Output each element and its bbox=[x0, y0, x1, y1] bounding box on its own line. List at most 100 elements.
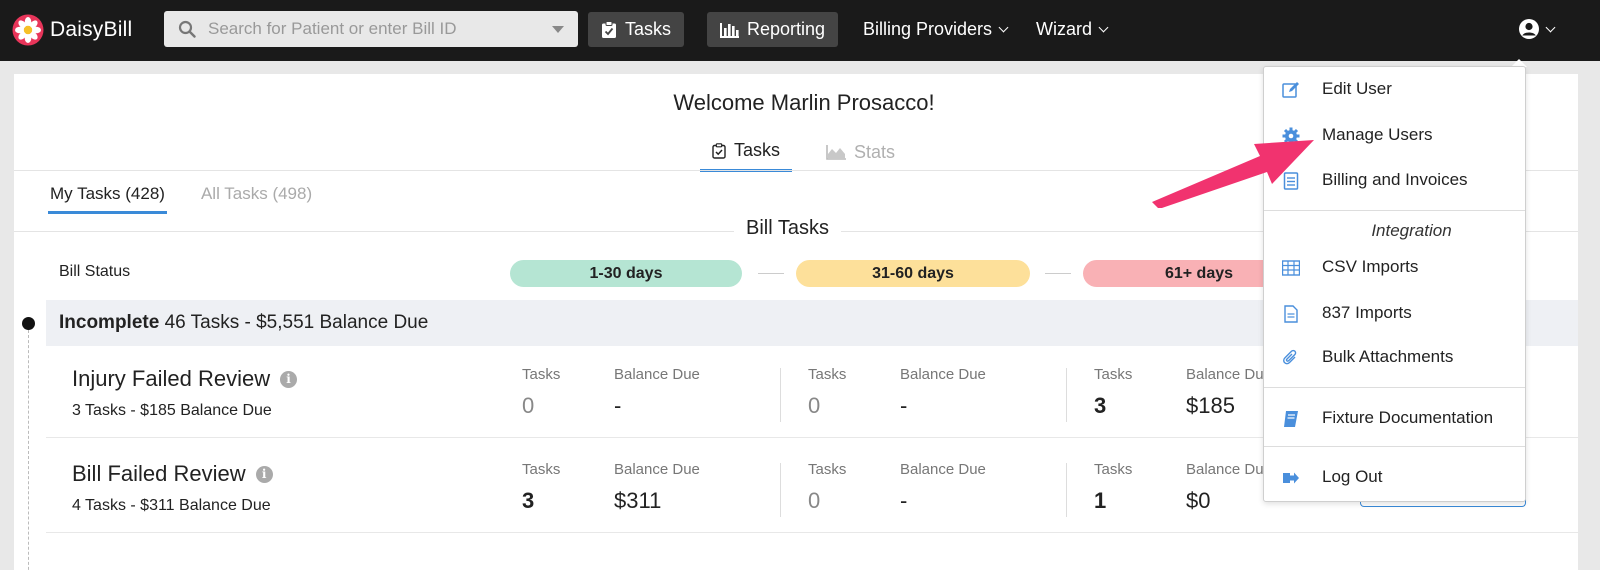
search-dropdown-caret-icon[interactable] bbox=[552, 26, 564, 33]
menu-item-fixture-documentation[interactable]: Fixture Documentation bbox=[1264, 398, 1525, 438]
group-summary: 46 Tasks - $5,551 Balance Due bbox=[164, 312, 429, 333]
patient-search[interactable] bbox=[164, 11, 578, 47]
edit-icon bbox=[1282, 82, 1299, 98]
bucket2-balance: Balance Due - bbox=[900, 461, 986, 514]
bill-status-label: Bill Status bbox=[59, 263, 131, 280]
book-icon bbox=[1284, 411, 1298, 427]
chevron-down-icon bbox=[1098, 22, 1109, 33]
bucket-1-30-days: 1-30 days bbox=[510, 260, 742, 287]
bar-chart-icon bbox=[720, 23, 739, 38]
daisy-logo-icon bbox=[12, 14, 44, 46]
balance-due-value: - bbox=[614, 393, 622, 418]
chevron-down-icon bbox=[998, 22, 1009, 33]
bucket2-tasks: Tasks 0 bbox=[808, 366, 846, 419]
bucket1-tasks: Tasks 3 bbox=[522, 461, 560, 514]
timeline-dot bbox=[22, 317, 35, 330]
search-icon bbox=[178, 20, 196, 38]
column-label: Tasks bbox=[522, 366, 561, 383]
nav-wizard-label: Wizard bbox=[1036, 19, 1093, 39]
bucket1-balance: Balance Due $311 bbox=[614, 461, 700, 514]
chevron-down-icon bbox=[1545, 22, 1556, 32]
user-menu-toggle[interactable] bbox=[1518, 18, 1556, 40]
menu-item-label: Bulk Attachments bbox=[1322, 347, 1454, 366]
bucket3-tasks: Tasks 1 bbox=[1094, 461, 1132, 514]
menu-item-edit-user[interactable]: Edit User bbox=[1264, 69, 1525, 109]
divider bbox=[780, 368, 781, 422]
tab-all-tasks[interactable]: All Tasks (498) bbox=[201, 182, 312, 214]
bucket1-tasks: Tasks 0 bbox=[522, 366, 560, 419]
menu-item-label: Fixture Documentation bbox=[1322, 408, 1494, 427]
balance-due-value: $311 bbox=[614, 488, 662, 513]
column-label: Balance Due bbox=[900, 461, 986, 478]
nav-billing-providers-menu[interactable]: Billing Providers bbox=[863, 19, 1009, 40]
clipboard-check-icon bbox=[712, 142, 726, 159]
paperclip-icon bbox=[1283, 349, 1297, 365]
column-label: Tasks bbox=[522, 461, 561, 478]
task-row-title-text: Injury Failed Review bbox=[72, 366, 271, 391]
nav-reporting-label: Reporting bbox=[747, 19, 826, 39]
nav-reporting-button[interactable]: Reporting bbox=[707, 12, 839, 47]
nav-billing-providers-label: Billing Providers bbox=[863, 19, 993, 39]
document-icon bbox=[1284, 305, 1298, 323]
tasks-count: 1 bbox=[1094, 488, 1107, 513]
tasks-count: 3 bbox=[522, 488, 535, 513]
column-label: Tasks bbox=[808, 461, 847, 478]
bucket3-balance: Balance Du $185 bbox=[1186, 366, 1264, 419]
timeline-line bbox=[28, 330, 29, 570]
brand-logo[interactable]: DaisyBill bbox=[12, 14, 132, 46]
tab-stats[interactable]: Stats bbox=[814, 132, 907, 172]
column-label: Balance Du bbox=[1186, 366, 1264, 383]
column-label: Balance Due bbox=[900, 366, 986, 383]
tab-tasks[interactable]: Tasks bbox=[700, 132, 793, 172]
divider bbox=[780, 463, 781, 517]
bucket2-balance: Balance Due - bbox=[900, 366, 986, 419]
divider bbox=[758, 273, 784, 274]
divider bbox=[1264, 446, 1525, 447]
tab-stats-label: Stats bbox=[854, 141, 896, 162]
column-label: Tasks bbox=[1094, 461, 1133, 478]
divider bbox=[1264, 387, 1525, 388]
menu-item-837-imports[interactable]: 837 Imports bbox=[1264, 293, 1525, 333]
menu-item-label: Manage Users bbox=[1322, 125, 1433, 144]
column-label: Balance Du bbox=[1186, 461, 1264, 478]
nav-tasks-button[interactable]: Tasks bbox=[588, 12, 685, 47]
bucket3-balance: Balance Du $0 bbox=[1186, 461, 1264, 514]
menu-item-label: Billing and Invoices bbox=[1322, 170, 1468, 189]
bucket3-tasks: Tasks 3 bbox=[1094, 366, 1132, 419]
menu-item-label: CSV Imports bbox=[1322, 257, 1419, 276]
bill-tasks-heading: Bill Tasks bbox=[734, 217, 841, 240]
tasks-count: 0 bbox=[808, 393, 821, 418]
nav-tasks-label: Tasks bbox=[625, 19, 672, 39]
menu-item-label: Log Out bbox=[1322, 467, 1383, 486]
task-row-title: Bill Failed Review i bbox=[72, 461, 273, 487]
brand-name: DaisyBill bbox=[50, 18, 133, 41]
info-icon[interactable]: i bbox=[280, 370, 298, 388]
balance-due-value: - bbox=[900, 393, 908, 418]
tasks-count: 0 bbox=[522, 393, 535, 418]
divider bbox=[1066, 463, 1067, 517]
menu-section-integration: Integration bbox=[1371, 221, 1452, 240]
menu-item-log-out[interactable]: Log Out bbox=[1264, 457, 1525, 497]
task-row-title-text: Bill Failed Review bbox=[72, 461, 246, 486]
column-label: Tasks bbox=[1094, 366, 1133, 383]
clipboard-check-icon bbox=[602, 20, 616, 38]
area-chart-icon bbox=[826, 144, 847, 160]
view-tabs: Tasks Stats bbox=[700, 132, 907, 172]
bucket-31-60-days: 31-60 days bbox=[796, 260, 1030, 287]
menu-item-bulk-attachments[interactable]: Bulk Attachments bbox=[1264, 337, 1525, 377]
task-scope-tabs: My Tasks (428) All Tasks (498) bbox=[48, 182, 312, 214]
tasks-count: 0 bbox=[808, 488, 821, 513]
tab-my-tasks[interactable]: My Tasks (428) bbox=[48, 182, 167, 214]
tasks-count: 3 bbox=[1094, 393, 1107, 418]
menu-item-label: Edit User bbox=[1322, 79, 1392, 98]
grid-icon bbox=[1282, 260, 1300, 276]
search-input[interactable] bbox=[208, 19, 548, 39]
group-name: Incomplete bbox=[59, 312, 160, 333]
balance-due-value: $0 bbox=[1186, 488, 1211, 513]
menu-item-csv-imports[interactable]: CSV Imports bbox=[1264, 247, 1525, 287]
nav-wizard-menu[interactable]: Wizard bbox=[1036, 19, 1109, 40]
top-navbar: DaisyBill Tasks Reporting Billing Provid… bbox=[0, 0, 1600, 61]
info-icon[interactable]: i bbox=[255, 465, 273, 483]
column-label: Tasks bbox=[808, 366, 847, 383]
task-row-title: Injury Failed Review i bbox=[72, 366, 298, 392]
